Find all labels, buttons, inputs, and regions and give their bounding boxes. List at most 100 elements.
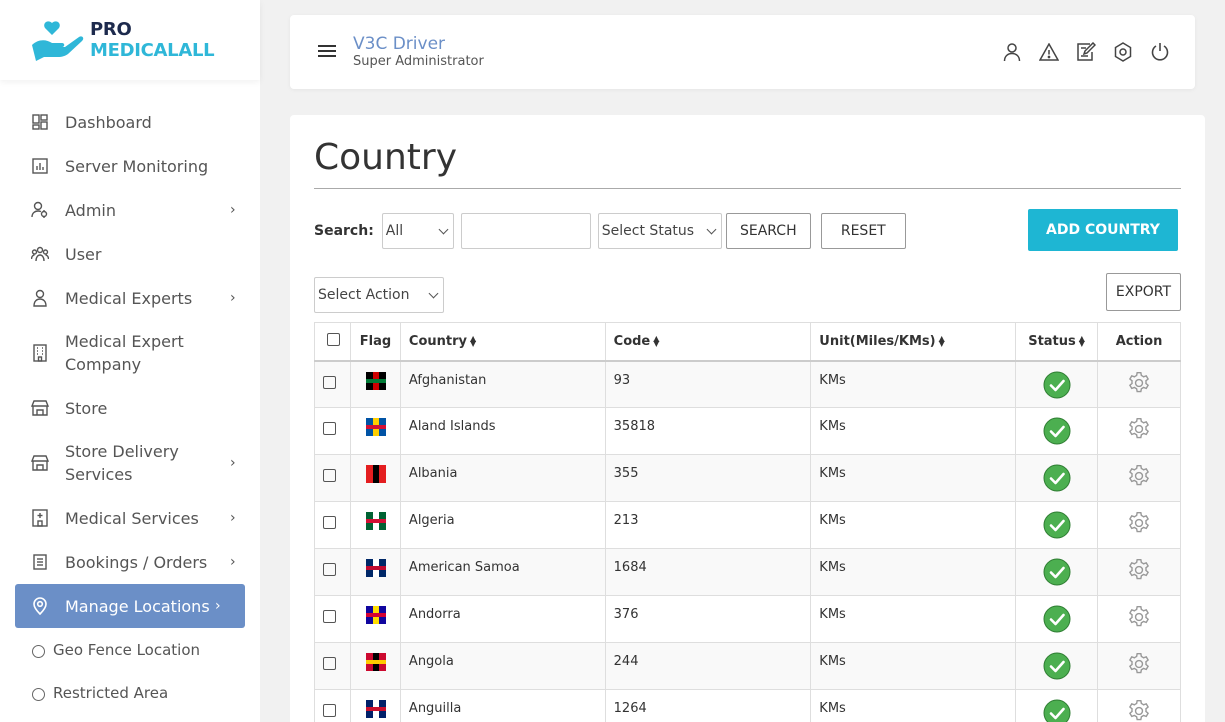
status-cell xyxy=(1015,548,1099,596)
location-pin-icon xyxy=(30,596,50,616)
gear-icon[interactable] xyxy=(1126,651,1152,677)
building-icon xyxy=(30,343,50,363)
search-field-select[interactable]: All xyxy=(381,213,454,249)
circle-icon xyxy=(32,687,45,701)
menu-toggle-icon[interactable] xyxy=(318,45,336,60)
store-icon xyxy=(30,398,50,418)
table-header-row: Flag Country ▲ ▼ Code ▲ ▼ Unit(Miles/KMs) ▲ ▼ … xyxy=(314,322,1181,362)
gear-icon[interactable] xyxy=(1126,557,1152,583)
action-cell xyxy=(1097,501,1181,549)
row-checkbox[interactable] xyxy=(323,375,336,389)
sidebar-item-medical-expert-company[interactable]: Medical Expert Company xyxy=(0,320,260,386)
flag-cell xyxy=(349,689,401,722)
users-icon xyxy=(30,244,50,264)
row-checkbox-cell xyxy=(314,548,351,596)
sidebar-item-label: Medical Expert Company xyxy=(65,332,184,374)
column-header-unit[interactable]: Unit(Miles/KMs) ▲ ▼ xyxy=(810,322,1017,362)
sidebar-subitem-label: Restricted Area xyxy=(53,683,169,702)
reset-button[interactable]: RESET xyxy=(820,213,906,249)
status-select[interactable]: Select Status xyxy=(597,213,722,249)
table-row: American Samoa 1684 KMs xyxy=(314,548,1181,596)
country-unit: KMs xyxy=(810,407,1017,455)
export-button[interactable]: EXPORT xyxy=(1106,273,1181,311)
sidebar-item-server-monitoring[interactable]: Server Monitoring xyxy=(0,144,260,188)
sidebar-item-admin[interactable]: Admin › xyxy=(0,188,260,232)
chevron-right-icon: › xyxy=(230,455,236,471)
country-flag-icon xyxy=(365,606,400,624)
sidebar-item-label: Store Delivery Services xyxy=(65,442,179,484)
sidebar-item-store[interactable]: Store xyxy=(0,386,260,430)
row-checkbox[interactable] xyxy=(323,516,336,529)
check-circle-icon[interactable] xyxy=(1043,464,1071,492)
row-checkbox[interactable] xyxy=(323,422,336,435)
gear-icon[interactable] xyxy=(1126,604,1152,630)
gear-icon[interactable] xyxy=(1126,463,1152,489)
add-country-button[interactable]: ADD COUNTRY xyxy=(1028,209,1178,251)
column-header-action: Action xyxy=(1097,322,1181,362)
main-content: Country Search: All Select Status SEARCH… xyxy=(290,115,1205,722)
row-checkbox[interactable] xyxy=(323,610,336,623)
sidebar-item-dashboard[interactable]: Dashboard xyxy=(0,100,260,144)
chevron-down-icon xyxy=(706,224,717,234)
sidebar-item-medical-experts[interactable]: Medical Experts › xyxy=(0,276,260,320)
gear-icon[interactable] xyxy=(1126,698,1152,722)
check-circle-icon[interactable] xyxy=(1043,417,1071,445)
sidebar-item-manage-locations[interactable]: Manage Locations › xyxy=(15,584,245,628)
select-all-checkbox-cell xyxy=(314,322,351,362)
sidebar-item-medical-services[interactable]: Medical Services › xyxy=(0,496,260,540)
row-checkbox-cell xyxy=(314,689,351,722)
row-checkbox[interactable] xyxy=(323,704,336,717)
column-header-status[interactable]: Status ▲ ▼ xyxy=(1015,322,1099,362)
header-title: V3C Driver xyxy=(353,34,446,54)
bulk-action-select[interactable]: Select Action xyxy=(314,277,444,313)
table-row: Algeria 213 KMs xyxy=(314,501,1181,549)
alert-icon[interactable] xyxy=(1038,41,1060,63)
country-flag-icon xyxy=(365,559,400,577)
gear-icon[interactable] xyxy=(1126,416,1152,442)
check-circle-icon[interactable] xyxy=(1043,652,1071,680)
table-row: Anguilla 1264 KMs xyxy=(314,689,1181,722)
check-circle-icon[interactable] xyxy=(1043,605,1071,633)
user-icon[interactable] xyxy=(1001,41,1023,63)
brand-logo[interactable]: PRO MEDICALALL xyxy=(0,0,260,80)
check-circle-icon[interactable] xyxy=(1043,511,1071,539)
gear-icon[interactable] xyxy=(1126,510,1152,536)
sidebar-subitem-geo-fence[interactable]: Geo Fence Location xyxy=(0,628,260,671)
search-button[interactable]: SEARCH xyxy=(725,213,811,249)
chevron-right-icon: › xyxy=(230,510,236,526)
sidebar-item-store-delivery-services[interactable]: Store Delivery Services › xyxy=(0,430,260,496)
settings-icon[interactable] xyxy=(1112,41,1134,63)
table-row: Angola 244 KMs xyxy=(314,642,1181,690)
chevron-down-icon xyxy=(438,224,449,234)
column-header-country[interactable]: Country ▲ ▼ xyxy=(399,322,606,362)
list-icon xyxy=(30,552,50,572)
country-unit: KMs xyxy=(810,360,1017,408)
chevron-right-icon: › xyxy=(230,290,236,306)
person-icon xyxy=(30,288,50,308)
sidebar-menu: Dashboard Server Monitoring Admin › User xyxy=(0,80,260,714)
search-input[interactable] xyxy=(460,213,591,249)
select-all-checkbox[interactable] xyxy=(327,332,340,346)
page-title: Country xyxy=(314,137,458,178)
sidebar-item-label: Store xyxy=(65,398,108,418)
sidebar-item-user[interactable]: User xyxy=(0,232,260,276)
flag-cell xyxy=(349,548,401,596)
gear-icon[interactable] xyxy=(1126,370,1152,396)
row-checkbox[interactable] xyxy=(323,469,336,482)
country-unit: KMs xyxy=(810,595,1017,643)
check-circle-icon[interactable] xyxy=(1043,558,1071,586)
status-cell xyxy=(1015,501,1099,549)
column-header-code[interactable]: Code ▲ ▼ xyxy=(604,322,812,362)
sidebar-item-label: Medical Services xyxy=(65,508,199,528)
check-circle-icon[interactable] xyxy=(1043,371,1071,399)
country-unit: KMs xyxy=(810,501,1017,549)
country-name: American Samoa xyxy=(399,548,606,596)
brand-name: PRO MEDICALALL xyxy=(90,19,215,61)
edit-icon[interactable] xyxy=(1075,41,1097,63)
sidebar-subitem-restricted-area[interactable]: Restricted Area xyxy=(0,671,260,714)
sidebar-item-bookings-orders[interactable]: Bookings / Orders › xyxy=(0,540,260,584)
power-icon[interactable] xyxy=(1149,41,1171,63)
row-checkbox[interactable] xyxy=(323,563,336,576)
check-circle-icon[interactable] xyxy=(1043,699,1071,722)
row-checkbox[interactable] xyxy=(323,657,336,670)
